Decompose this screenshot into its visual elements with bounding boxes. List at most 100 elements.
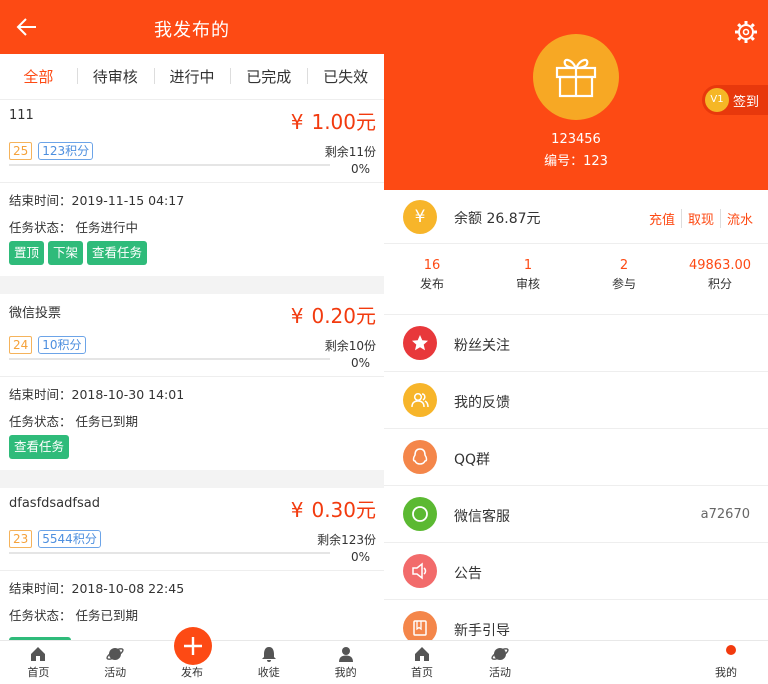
task-end-time: 结束时间：2018-10-30 14:01 (9, 387, 185, 402)
balance-amount: 余额 26.87元 (454, 211, 541, 227)
user-id: 编号：123 (544, 154, 608, 169)
nav-home[interactable]: 首页 (0, 641, 77, 684)
take-down-button[interactable]: 下架 (48, 241, 84, 265)
task-badges: 25 123积分 (9, 142, 94, 160)
tab-in-progress[interactable]: 进行中 (153, 66, 231, 87)
tab-pending[interactable]: 待审核 (76, 66, 154, 87)
nav-mine[interactable]: 我的 (307, 641, 384, 684)
gear-icon[interactable] (734, 20, 758, 44)
nav-favorites-label: 收徒 (257, 666, 280, 679)
nav-activity-label: 活动 (489, 666, 511, 679)
speaker-icon (403, 554, 437, 588)
task-price: ¥1.00元 (290, 110, 376, 134)
nav-mine-label: 我的 (334, 666, 357, 679)
task-points-badge: 10积分 (38, 336, 86, 354)
nav-activity[interactable]: 活动 (77, 641, 154, 684)
task-remaining: 剩余11份 (324, 145, 376, 159)
card-gap (0, 276, 384, 294)
menu-announcement[interactable]: 公告 (384, 543, 768, 600)
tab-expired[interactable]: 已失效 (307, 66, 384, 87)
task-status: 任务状态： 任务进行中 (9, 220, 138, 235)
nav-activity-label: 活动 (104, 666, 127, 679)
view-task-button[interactable]: 查看任务 (87, 241, 148, 265)
star-icon (403, 326, 437, 360)
stat-value: 49863.00 (688, 258, 752, 273)
tab-bar: 全部 待审核 进行中 已完成 已失效 (0, 54, 384, 100)
task-end-time: 结束时间：2019-11-15 04:17 (9, 193, 185, 208)
menu-qq-group[interactable]: QQ群 (384, 429, 768, 486)
task-number-badge: 24 (9, 336, 33, 354)
transactions-link[interactable]: 流水 (719, 209, 759, 228)
currency-symbol: ¥ (290, 498, 304, 522)
task-remaining: 剩余10份 (324, 339, 376, 353)
home-icon (31, 647, 46, 661)
divider (0, 182, 384, 183)
coin-icon: ¥ (403, 200, 437, 234)
menu-feedback[interactable]: 我的反馈 (384, 372, 768, 429)
card-gap (0, 470, 384, 488)
wechat-icon (403, 497, 437, 531)
withdraw-link[interactable]: 取现 (680, 209, 720, 228)
home-icon (415, 647, 429, 661)
stat-label: 参与 (611, 277, 636, 291)
task-card[interactable]: 111 ¥1.00元 25 123积分 剩余11份 0% 结束时间：2019-1… (0, 100, 384, 276)
currency-symbol: ¥ (290, 110, 304, 134)
tab-completed[interactable]: 已完成 (230, 66, 307, 87)
menu-label: 粉丝关注 (454, 338, 510, 354)
planet-icon (491, 648, 509, 660)
balance-actions: 充值 取现 流水 (643, 209, 759, 228)
tab-all[interactable]: 全部 (0, 66, 77, 87)
task-name: 111 (9, 108, 34, 123)
recharge-link[interactable]: 充值 (643, 209, 681, 228)
task-status: 任务状态： 任务已到期 (9, 608, 138, 623)
username: 123456 (551, 132, 601, 147)
balance-row: ¥ 余额 26.87元 充值 取现 流水 (384, 190, 768, 244)
task-number-badge: 25 (9, 142, 33, 160)
stat-label: 积分 (707, 277, 732, 291)
task-number-badge: 23 (9, 530, 33, 548)
task-price: ¥0.20元 (290, 304, 376, 328)
task-badges: 23 5544积分 (9, 530, 101, 548)
stat-participate[interactable]: 2 参与 (576, 244, 672, 314)
my-published-screen: 我发布的 全部 待审核 进行中 已完成 已失效 111 ¥1.00元 25 12… (0, 0, 384, 684)
top-bar: 我发布的 (0, 0, 384, 54)
pin-button[interactable]: 置顶 (9, 241, 45, 265)
stat-points[interactable]: 49863.00 积分 (672, 244, 768, 314)
menu-wechat-service[interactable]: 微信客服 a72670 (384, 486, 768, 543)
avatar[interactable] (533, 34, 619, 120)
nav-home-label: 首页 (411, 666, 433, 679)
menu-fans[interactable]: 粉丝关注 (384, 315, 768, 372)
stats-row: 16 发布 1 审核 2 参与 49863.00 积分 (384, 244, 768, 315)
menu-label: 我的反馈 (454, 395, 510, 411)
menu-label: 微信客服 (454, 509, 510, 525)
stat-label: 审核 (515, 277, 540, 291)
nav-home[interactable]: 首页 (402, 645, 442, 680)
currency-symbol: ¥ (290, 304, 304, 328)
view-task-button[interactable]: 查看任务 (9, 435, 70, 459)
profile-header: 123456 编号：123 V1 签到 (384, 0, 768, 190)
notification-dot (726, 645, 736, 655)
stat-published[interactable]: 16 发布 (384, 244, 480, 314)
task-percent: 0% (350, 162, 370, 176)
menu-label: 新手引导 (454, 623, 510, 639)
stat-label: 发布 (419, 277, 444, 291)
stat-value: 16 (423, 258, 441, 273)
signin-label: 签到 (733, 94, 760, 110)
task-percent: 0% (350, 550, 370, 564)
signin-button[interactable]: V1 签到 (702, 85, 768, 115)
divider (0, 570, 384, 571)
task-points-badge: 123积分 (38, 142, 94, 160)
plus-icon (184, 637, 202, 655)
nav-favorites[interactable]: 收徒 (230, 641, 307, 684)
qq-icon (403, 440, 437, 474)
nav-activity[interactable]: 活动 (480, 645, 520, 680)
planet-icon (106, 648, 124, 660)
task-percent: 0% (350, 356, 370, 370)
stat-review[interactable]: 1 审核 (480, 244, 576, 314)
task-card[interactable]: 微信投票 ¥0.20元 24 10积分 剩余10份 0% 结束时间：2018-1… (0, 294, 384, 470)
profile-screen: 123456 编号：123 V1 签到 ¥ 余额 26.87元 充值 取现 流水… (384, 0, 768, 684)
bell-icon (261, 647, 276, 662)
task-price: ¥0.30元 (290, 498, 376, 522)
bottom-nav: 首页 活动 我的 (384, 640, 768, 684)
publish-fab-button[interactable] (174, 627, 212, 665)
